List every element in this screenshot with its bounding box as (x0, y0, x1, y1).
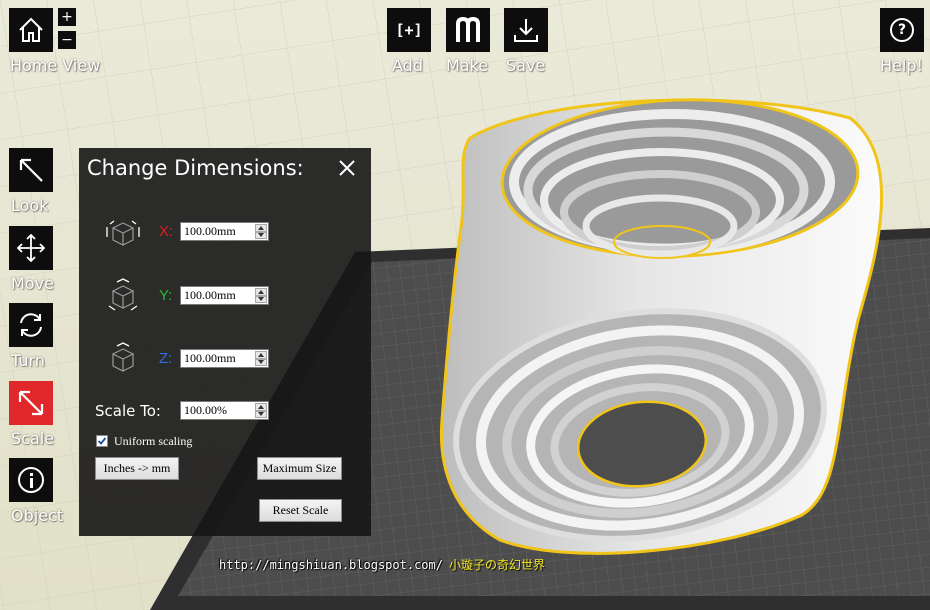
scale-to-label: Scale To: (95, 402, 161, 420)
x-spin-down-icon[interactable] (255, 231, 267, 239)
scale-spin-up-icon[interactable] (255, 403, 267, 411)
y-axis-label: Y: (159, 287, 173, 304)
z-dimension-field[interactable] (180, 349, 269, 368)
watermark: http://mingshiuan.blogspot.com/小璇子の奇幻世界 (219, 556, 545, 573)
info-icon (18, 467, 44, 493)
help-label: Help! (880, 56, 923, 75)
save-label: Save (506, 56, 546, 75)
object-label: Object (11, 506, 64, 525)
scale-button[interactable] (9, 381, 53, 425)
scale-spin-down-icon[interactable] (255, 410, 267, 418)
checkmark-icon (97, 437, 107, 445)
z-spin-up-icon[interactable] (255, 351, 267, 359)
add-icon: [+] (395, 21, 423, 39)
y-spin-down-icon[interactable] (255, 295, 267, 303)
add-label: Add (392, 56, 423, 75)
x-axis-label: X: (159, 223, 174, 240)
scale-label: Scale (11, 429, 55, 448)
help-button[interactable]: ? (880, 8, 924, 52)
turn-button[interactable] (9, 303, 53, 347)
save-button[interactable] (504, 8, 548, 52)
z-axis-label: Z: (159, 350, 173, 367)
x-dimension-field[interactable] (180, 222, 269, 241)
move-label: Move (11, 274, 54, 293)
watermark-blog-name: 小璇子の奇幻世界 (448, 558, 545, 572)
watermark-url: http://mingshiuan.blogspot.com/ (219, 558, 443, 572)
make-label: Make (446, 56, 489, 75)
y-dimension-spinner[interactable] (255, 288, 267, 303)
look-arrow-icon (19, 158, 43, 182)
home-icon (19, 17, 43, 42)
look-label: Look (11, 196, 49, 215)
add-button[interactable]: [+] (387, 8, 431, 52)
zoom-in-button[interactable]: + (58, 8, 76, 26)
panel-title: Change Dimensions: (87, 156, 304, 180)
zoom-out-button[interactable]: − (58, 31, 76, 49)
make-button[interactable] (446, 8, 490, 52)
x-dimension-spinner[interactable] (255, 224, 267, 239)
move-arrows-icon (16, 233, 46, 263)
home-view-label: Home View (10, 56, 101, 75)
y-dimension-input[interactable] (181, 287, 254, 304)
download-icon (514, 19, 538, 42)
y-spin-up-icon[interactable] (255, 288, 267, 296)
move-button[interactable] (9, 226, 53, 270)
x-dimension-icon (106, 220, 140, 246)
y-dimension-field[interactable] (180, 286, 269, 305)
z-dimension-icon (111, 342, 135, 372)
scale-percent-field[interactable] (180, 401, 269, 420)
close-icon[interactable] (335, 156, 359, 180)
x-spin-up-icon[interactable] (255, 224, 267, 232)
scale-percent-spinner[interactable] (255, 403, 267, 418)
uniform-scaling-label: Uniform scaling (114, 434, 193, 448)
maximum-size-button[interactable]: Maximum Size (257, 457, 342, 480)
model-object[interactable] (439, 94, 884, 562)
z-dimension-input[interactable] (181, 350, 254, 367)
makerbot-m-icon (456, 16, 480, 42)
x-dimension-input[interactable] (181, 223, 254, 240)
y-dimension-icon (108, 278, 138, 311)
z-dimension-spinner[interactable] (255, 351, 267, 366)
object-button[interactable] (9, 458, 53, 502)
scale-percent-input[interactable] (181, 402, 254, 419)
uniform-scaling-checkbox[interactable] (96, 435, 108, 447)
reset-scale-button[interactable]: Reset Scale (259, 499, 342, 522)
inches-to-mm-button[interactable]: Inches -> mm (95, 457, 179, 480)
z-spin-down-icon[interactable] (255, 358, 267, 366)
turn-label: Turn (11, 351, 45, 370)
home-view-button[interactable] (9, 8, 53, 52)
change-dimensions-panel: Change Dimensions: X: Y: (79, 148, 371, 536)
scale-arrow-icon (18, 390, 44, 416)
help-icon: ? (890, 18, 914, 42)
rotate-icon (20, 313, 42, 337)
look-button[interactable] (9, 148, 53, 192)
